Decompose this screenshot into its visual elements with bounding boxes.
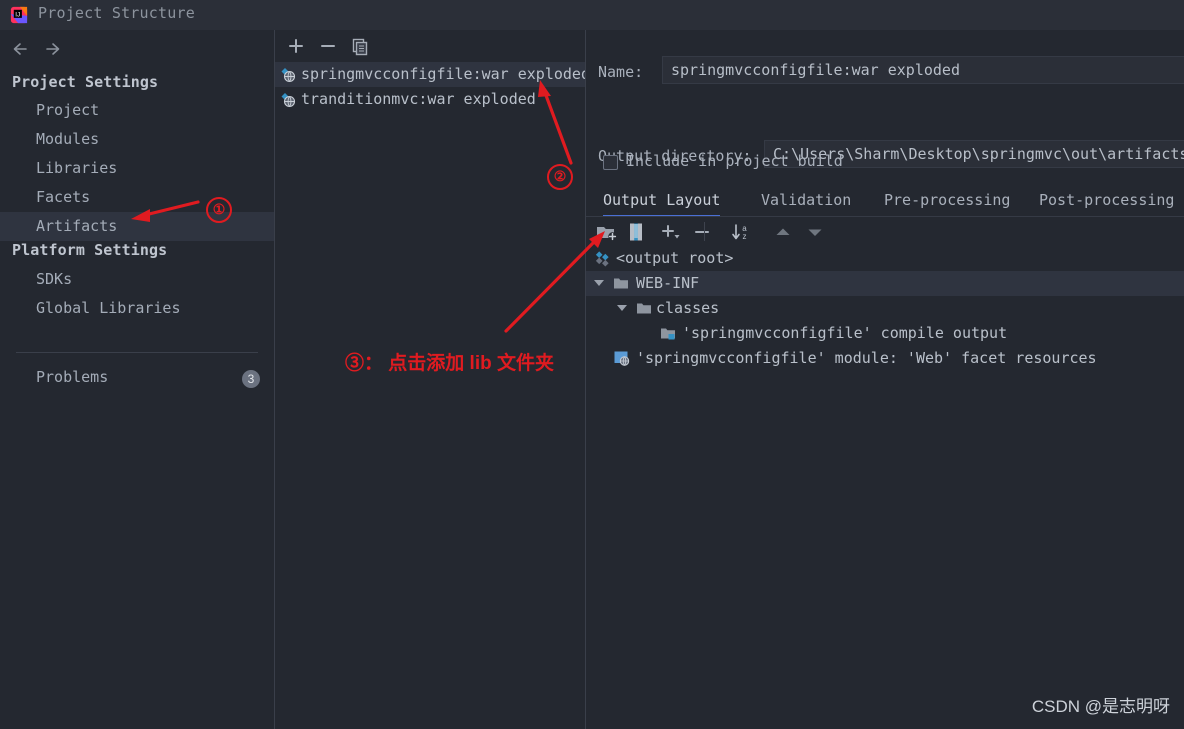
project-structure-dialog: IJ Project Structure Project Settings Pr… — [0, 0, 1184, 729]
plus-dropdown-icon[interactable] — [657, 220, 685, 244]
csdn-watermark: CSDN @是志明呀 — [1031, 697, 1170, 716]
artifact-icon — [281, 68, 296, 83]
artifact-icon — [281, 93, 296, 108]
title-bar: IJ Project Structure — [0, 0, 1184, 30]
tree-node-web-inf[interactable]: WEB-INF — [586, 271, 1184, 296]
sidebar-item-label: Modules — [36, 130, 100, 148]
problems-count-badge: 3 — [242, 370, 260, 388]
sidebar-item-label: Artifacts — [36, 217, 118, 235]
artifact-list-item-label: tranditionmvc:war exploded — [301, 90, 536, 108]
artifacts-toolbar — [275, 30, 585, 62]
sidebar-item-sdks[interactable]: SDKs — [0, 265, 274, 294]
tab-label: Validation — [761, 191, 852, 209]
tree-node-label: <output root> — [616, 249, 734, 267]
output-layout-toolbar: a z — [586, 217, 1184, 246]
plus-icon[interactable] — [283, 34, 309, 58]
sidebar-item-label: Global Libraries — [36, 299, 181, 317]
tab-post-processing[interactable]: Post-processing — [1039, 185, 1174, 217]
artifact-list-item-springmvcconfigfile[interactable]: springmvcconfigfile:war exploded — [275, 62, 590, 87]
sort-az-icon[interactable]: a z — [728, 220, 754, 244]
sidebar-divider — [16, 352, 258, 353]
name-field-label: Name: — [598, 63, 644, 81]
sidebar-header-platform-settings: Platform Settings — [12, 241, 168, 259]
minus-icon[interactable] — [689, 220, 715, 244]
artifact-list-item-tranditionmvc[interactable]: tranditionmvc:war exploded — [275, 87, 585, 112]
folder-icon — [614, 278, 628, 289]
output-layout-tree: <output root> WEB-INF classes 'springmvc… — [586, 246, 1184, 367]
compile-output-icon — [661, 328, 675, 340]
tab-pre-processing[interactable]: Pre-processing — [884, 185, 1010, 217]
annotation-marker-2: ② — [547, 164, 573, 190]
chevron-down-icon[interactable] — [594, 280, 604, 286]
tab-label: Output Layout — [603, 191, 721, 209]
artifact-icon — [595, 251, 609, 267]
tree-node-label: WEB-INF — [636, 274, 700, 292]
window-title: Project Structure — [38, 4, 195, 22]
toolbar-separator — [704, 222, 705, 241]
arrow-right-icon[interactable] — [40, 38, 66, 60]
sidebar-item-artifacts[interactable]: Artifacts — [0, 212, 274, 241]
minus-icon[interactable] — [315, 34, 341, 58]
tree-node-classes[interactable]: classes — [586, 296, 1184, 321]
include-in-project-build-checkbox[interactable] — [603, 155, 618, 170]
sidebar-item-project[interactable]: Project — [0, 96, 274, 125]
arrow-left-icon[interactable] — [8, 38, 34, 60]
sidebar-item-facets[interactable]: Facets — [0, 183, 274, 212]
artifacts-list-panel: springmvcconfigfile:war exploded trandit… — [275, 30, 590, 729]
sidebar-item-label: Problems — [36, 368, 109, 386]
arrow-down-icon[interactable] — [802, 220, 828, 244]
tree-node-web-facet-resources[interactable]: 'springmvcconfigfile' module: 'Web' face… — [586, 346, 1184, 371]
copy-icon[interactable] — [347, 34, 373, 58]
details-tabs: Output Layout Validation Pre-processing … — [586, 185, 1184, 217]
tab-validation[interactable]: Validation — [761, 185, 851, 217]
sidebar-item-label: SDKs — [36, 270, 73, 288]
annotation-note-3: ③： 点击添加 lib 文件夹 — [345, 353, 555, 374]
tree-node-output-root[interactable]: <output root> — [586, 246, 1184, 271]
tree-node-label: 'springmvcconfigfile' compile output — [682, 324, 1008, 342]
sidebar-item-modules[interactable]: Modules — [0, 125, 274, 154]
sidebar-item-label: Project — [36, 101, 100, 119]
tree-node-label: classes — [656, 299, 720, 317]
sidebar-navigation — [0, 34, 274, 64]
settings-sidebar: Project Settings Project Modules Librari… — [0, 30, 274, 729]
sidebar-item-label: Facets — [36, 188, 91, 206]
annotation-marker-1: ① — [206, 197, 232, 223]
svg-text:z: z — [743, 232, 747, 241]
sidebar-item-problems[interactable]: Problems 3 — [0, 363, 274, 392]
tab-output-layout[interactable]: Output Layout — [603, 185, 721, 217]
archive-icon[interactable] — [625, 220, 647, 244]
sidebar-item-global-libraries[interactable]: Global Libraries — [0, 294, 274, 323]
tab-label: Post-processing — [1039, 191, 1175, 209]
sidebar-item-libraries[interactable]: Libraries — [0, 154, 274, 183]
artifact-list-item-label: springmvcconfigfile:war exploded — [301, 65, 590, 83]
tree-node-label: 'springmvcconfigfile' module: 'Web' face… — [636, 349, 1097, 367]
web-facet-icon — [614, 351, 630, 366]
folder-add-icon[interactable] — [593, 220, 619, 244]
intellij-idea-logo-icon: IJ — [10, 6, 28, 24]
artifact-details-panel: Name: springmvcconfigfile:war exploded O… — [586, 30, 1184, 729]
svg-text:IJ: IJ — [15, 11, 20, 18]
sidebar-item-label: Libraries — [36, 159, 118, 177]
chevron-down-icon[interactable] — [617, 305, 627, 311]
sidebar-header-project-settings: Project Settings — [12, 73, 159, 91]
name-input[interactable]: springmvcconfigfile:war exploded — [662, 56, 1184, 84]
folder-icon — [637, 303, 651, 314]
tab-label: Pre-processing — [884, 191, 1011, 209]
arrow-up-icon[interactable] — [770, 220, 796, 244]
include-in-project-build-label: Include in project build — [626, 152, 843, 170]
tree-node-compile-output[interactable]: 'springmvcconfigfile' compile output — [586, 321, 1184, 346]
